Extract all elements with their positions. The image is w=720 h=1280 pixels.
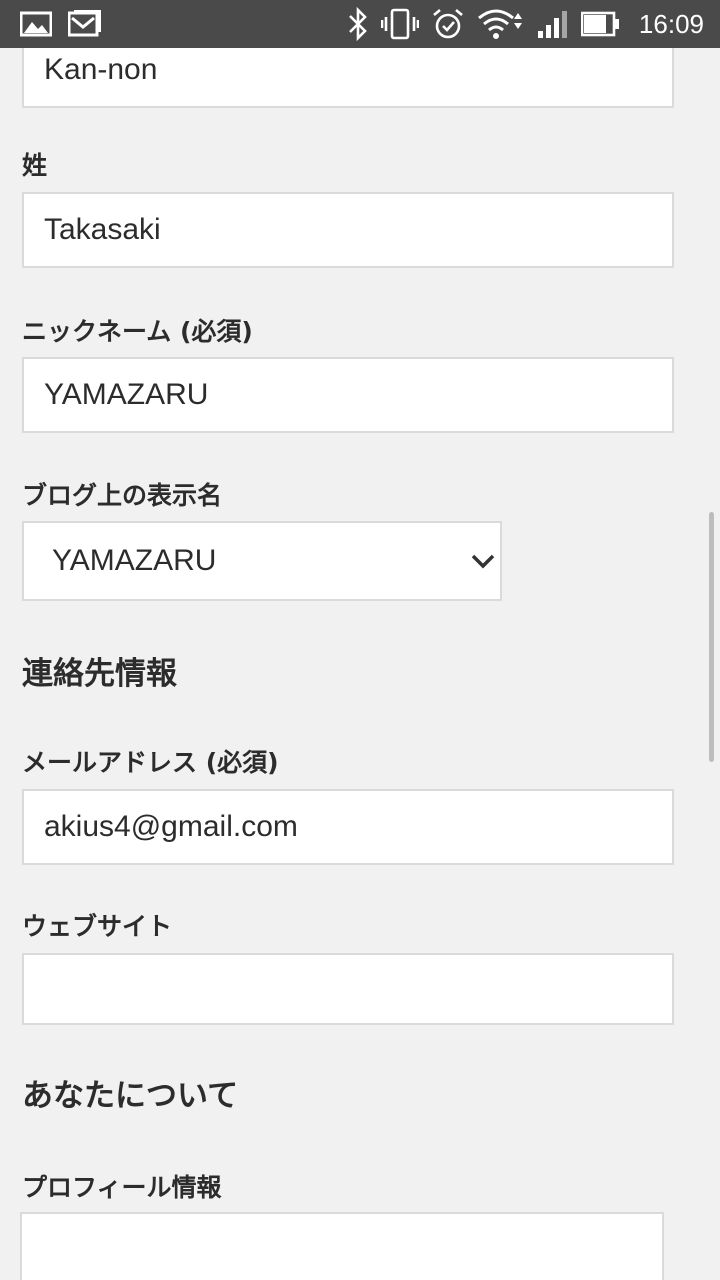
battery-icon (580, 9, 621, 39)
scrollbar[interactable] (709, 512, 714, 762)
image-icon (20, 10, 52, 38)
wifi-icon (477, 7, 525, 41)
email-label: メールアドレス (必須) (22, 748, 279, 777)
system-icons: 16:09 (347, 0, 704, 48)
chevron-down-icon (470, 551, 496, 575)
website-input[interactable] (22, 953, 674, 1025)
status-bar: 16:09 (0, 0, 720, 48)
nickname-value: YAMAZARU (44, 378, 209, 411)
profile-info-label: プロフィール情報 (22, 1173, 222, 1202)
gmail-icon (68, 10, 102, 38)
last-name-value: Takasaki (44, 213, 161, 246)
alarm-icon (431, 7, 465, 41)
email-value: akius4@gmail.com (44, 810, 298, 843)
about-you-heading: あなたについて (22, 1078, 239, 1114)
profile-form: Kan-non 姓 Takasaki ニックネーム (必須) YAMAZARU … (0, 48, 720, 1280)
nickname-label: ニックネーム (必須) (22, 317, 253, 346)
email-input[interactable]: akius4@gmail.com (22, 789, 674, 865)
display-name-label: ブログ上の表示名 (22, 481, 223, 510)
display-name-selected: YAMAZARU (52, 544, 217, 577)
notification-icons (20, 10, 102, 38)
clock: 16:09 (638, 8, 704, 39)
vibrate-icon (380, 7, 419, 41)
last-name-input[interactable]: Takasaki (22, 192, 674, 268)
signal-icon (537, 9, 569, 39)
website-label: ウェブサイト (22, 912, 173, 941)
first-name-value: Kan-non (44, 53, 158, 86)
first-name-input[interactable]: Kan-non (22, 48, 674, 108)
bluetooth-icon (347, 7, 369, 41)
nickname-input[interactable]: YAMAZARU (22, 357, 674, 433)
profile-info-textarea[interactable] (20, 1212, 664, 1280)
contact-info-heading: 連絡先情報 (22, 656, 177, 692)
display-name-select[interactable]: YAMAZARU (22, 521, 502, 601)
last-name-label: 姓 (22, 151, 48, 180)
